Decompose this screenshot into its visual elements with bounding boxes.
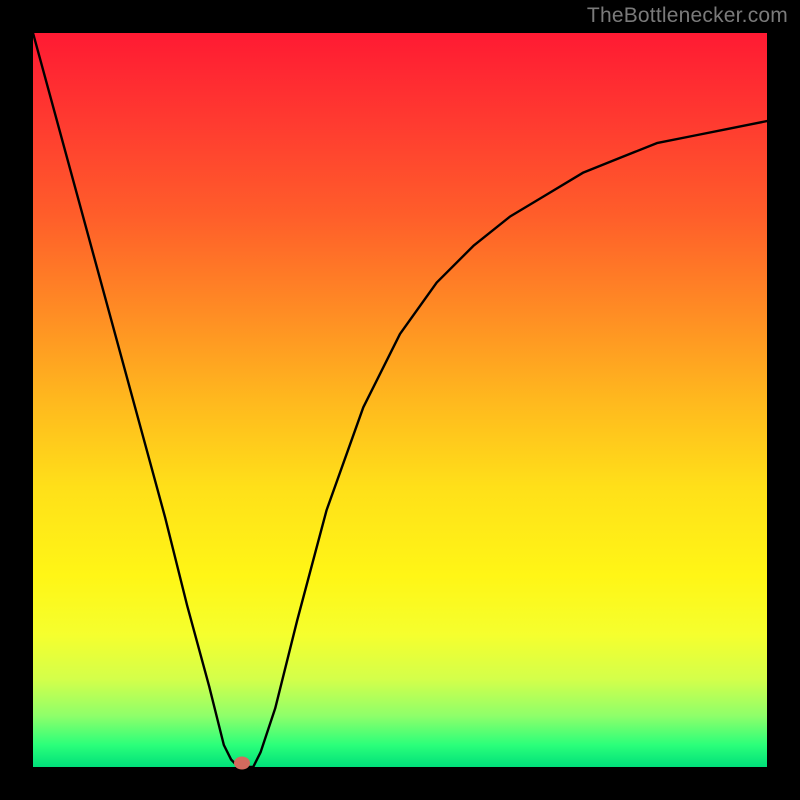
plot-area (33, 33, 767, 767)
watermark-text: TheBottlenecker.com (587, 4, 788, 28)
chart-frame: TheBottlenecker.com (0, 0, 800, 800)
